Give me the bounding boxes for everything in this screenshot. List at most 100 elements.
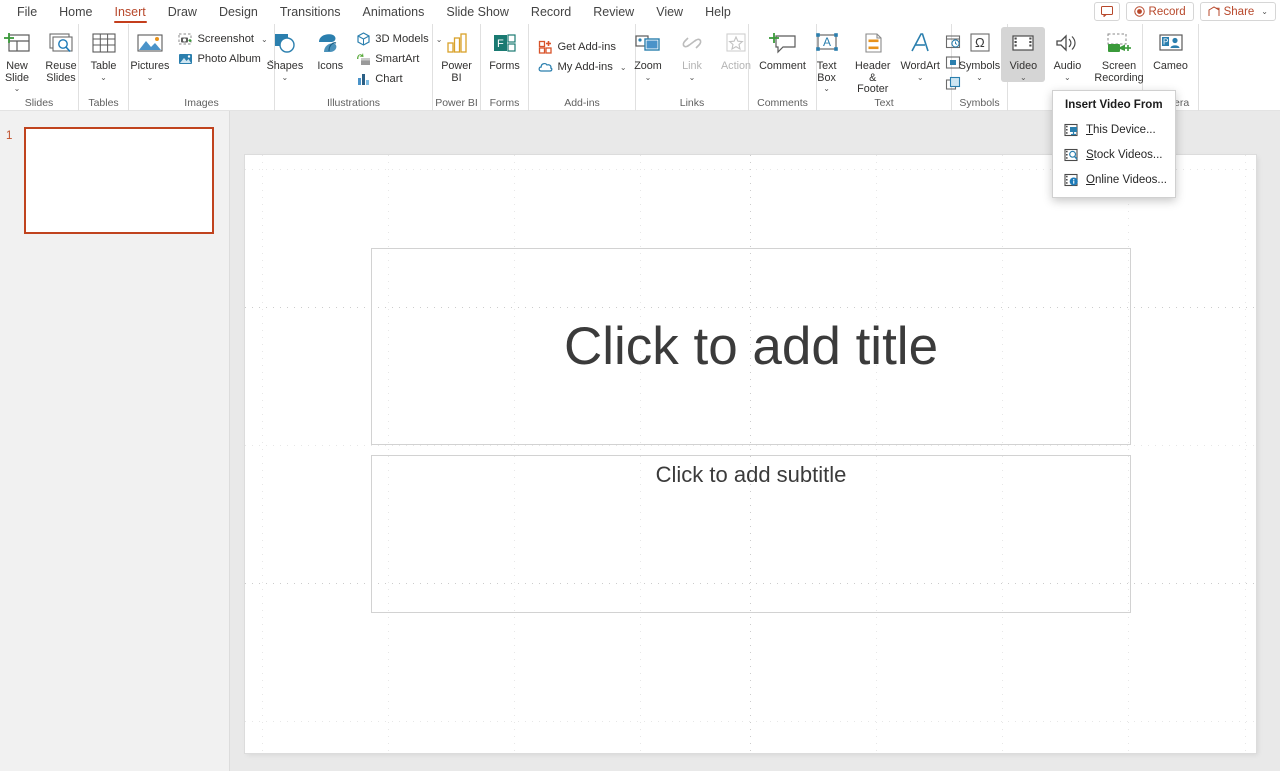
slide-thumbnail-panel[interactable]: 1 — [0, 111, 230, 771]
cameo-button[interactable]: P Cameo — [1148, 27, 1193, 73]
group-label-comments: Comments — [757, 97, 808, 109]
subtitle-placeholder[interactable]: Click to add subtitle — [371, 455, 1131, 613]
tab-label: Transitions — [279, 5, 341, 19]
reuse-slides-button[interactable]: Reuse Slides — [39, 27, 83, 84]
forms-icon: F — [491, 29, 519, 59]
record-label: Record — [1148, 5, 1186, 18]
share-button[interactable]: Share ⌄ — [1199, 2, 1276, 21]
icons-button[interactable]: Icons — [308, 27, 352, 73]
3d-models-button[interactable]: 3D Models ⌄ — [352, 29, 445, 49]
power-bi-icon — [444, 29, 470, 59]
tab-review[interactable]: Review — [582, 0, 645, 24]
slide-thumbnail-1[interactable] — [24, 127, 214, 234]
symbols-button[interactable]: Ω Symbols ⌄ — [954, 27, 1005, 82]
text-box-button[interactable]: A Text Box ⌄ — [805, 27, 849, 93]
my-addins-icon — [537, 59, 553, 75]
zoom-icon — [633, 29, 663, 59]
my-add-ins-button[interactable]: My Add-ins ⌄ — [534, 57, 629, 77]
group-label-power-bi: Power BI — [435, 97, 478, 109]
ribbon-group-slides: New Slide ⌄ Reuse Slides Slides — [0, 24, 79, 111]
comment-icon — [768, 29, 798, 59]
chevron-down-icon: ⌄ — [1064, 72, 1071, 82]
screen-recording-icon — [1104, 29, 1134, 59]
svg-text:A: A — [823, 35, 831, 49]
button-label: Photo Album — [197, 53, 261, 65]
tab-animations[interactable]: Animations — [352, 0, 436, 24]
ribbon-group-add-ins: Get Add-ins My Add-ins ⌄ Add-ins — [529, 24, 636, 111]
tab-record[interactable]: Record — [520, 0, 582, 24]
tab-slide-show[interactable]: Slide Show — [435, 0, 520, 24]
slide-editor-area: Click to add title Click to add subtitle — [230, 111, 1280, 771]
forms-button[interactable]: F Forms — [483, 27, 527, 73]
button-label: Shapes — [266, 60, 304, 72]
chevron-down-icon: ⌄ — [1020, 72, 1027, 82]
svg-text:F: F — [497, 38, 504, 50]
powerpoint-window: File Home Insert Draw Design Transitions… — [0, 0, 1280, 771]
action-icon — [722, 29, 750, 59]
menu-item-stock-videos[interactable]: Stock Videos... — [1053, 142, 1175, 167]
new-slide-button[interactable]: New Slide ⌄ — [0, 27, 39, 93]
group-label-illustrations: Illustrations — [326, 97, 381, 109]
smartart-icon — [355, 51, 371, 67]
button-label: Screen Recording — [1094, 60, 1144, 84]
pictures-button[interactable]: Pictures ⌄ — [125, 27, 174, 82]
button-label: Icons — [317, 60, 344, 72]
menu-item-this-device[interactable]: This Device... — [1053, 117, 1175, 142]
video-stock-icon — [1064, 148, 1079, 162]
header-footer-button[interactable]: Header & Footer — [849, 27, 897, 96]
ribbon-group-illustrations: Shapes ⌄ Icons 3D Models ⌄ SmartArt Char… — [267, 24, 442, 111]
menu-item-label: This Device... — [1086, 124, 1156, 136]
chevron-down-icon: ⌄ — [100, 72, 107, 82]
tab-insert[interactable]: Insert — [104, 0, 157, 24]
menu-header: Insert Video From — [1065, 99, 1163, 111]
button-label: My Add-ins — [557, 61, 613, 73]
button-label: Get Add-ins — [557, 41, 616, 53]
subtitle-placeholder-text: Click to add subtitle — [655, 462, 847, 487]
smartart-button[interactable]: SmartArt — [352, 49, 445, 69]
chart-button[interactable]: Chart — [352, 69, 445, 89]
get-addins-icon — [537, 39, 553, 55]
record-button[interactable]: Record — [1125, 2, 1194, 21]
button-label: WordArt — [900, 60, 940, 72]
button-label: Link — [682, 60, 702, 72]
button-label: Comment — [759, 60, 806, 72]
tab-transitions[interactable]: Transitions — [269, 0, 352, 24]
button-label: Text Box — [816, 60, 837, 84]
video-button[interactable]: Video ⌄ — [1001, 27, 1046, 82]
comment-bubble-icon — [1100, 6, 1113, 17]
power-bi-button[interactable]: Power BI — [435, 27, 479, 84]
table-button[interactable]: Table ⌄ — [82, 27, 126, 82]
tab-help[interactable]: Help — [694, 0, 742, 24]
zoom-button[interactable]: Zoom ⌄ — [626, 27, 670, 82]
ribbon-group-text: A Text Box ⌄ Header & Footer WordArt ⌄ T… — [815, 24, 961, 111]
button-label: Screenshot — [197, 33, 255, 45]
tab-home[interactable]: Home — [48, 0, 103, 24]
title-placeholder[interactable]: Click to add title — [371, 248, 1131, 445]
video-online-icon — [1064, 173, 1079, 187]
shapes-button[interactable]: Shapes ⌄ — [262, 27, 309, 82]
tab-view[interactable]: View — [645, 0, 694, 24]
comment-button[interactable]: Comment — [754, 27, 811, 73]
titlebar-actions: Record Share ⌄ — [1093, 2, 1276, 21]
link-button[interactable]: Link ⌄ — [670, 27, 714, 82]
menu-item-online-videos[interactable]: Online Videos... — [1053, 167, 1175, 192]
chevron-down-icon: ⌄ — [281, 72, 289, 82]
tab-file[interactable]: File — [6, 0, 48, 24]
chevron-down-icon: ⌄ — [1261, 7, 1268, 16]
cameo-icon: P — [1157, 29, 1185, 59]
screen-recording-button[interactable]: Screen Recording — [1089, 27, 1148, 84]
ribbon-tab-bar: File Home Insert Draw Design Transitions… — [0, 0, 1280, 24]
button-label: Audio — [1053, 60, 1082, 72]
comments-button[interactable] — [1093, 2, 1120, 21]
slide-canvas[interactable]: Click to add title Click to add subtitle — [245, 155, 1256, 753]
insert-video-menu: Insert Video From This Device... Stock V… — [1052, 90, 1176, 198]
button-label: Zoom — [634, 60, 662, 72]
get-add-ins-button[interactable]: Get Add-ins — [534, 37, 629, 57]
tab-design[interactable]: Design — [208, 0, 269, 24]
tab-label: Home — [59, 5, 93, 19]
audio-button[interactable]: Audio ⌄ — [1045, 27, 1089, 82]
tab-label: Draw — [167, 5, 197, 19]
wordart-button[interactable]: WordArt ⌄ — [897, 27, 943, 82]
accelerator-key: T — [1086, 123, 1094, 136]
tab-draw[interactable]: Draw — [157, 0, 208, 24]
